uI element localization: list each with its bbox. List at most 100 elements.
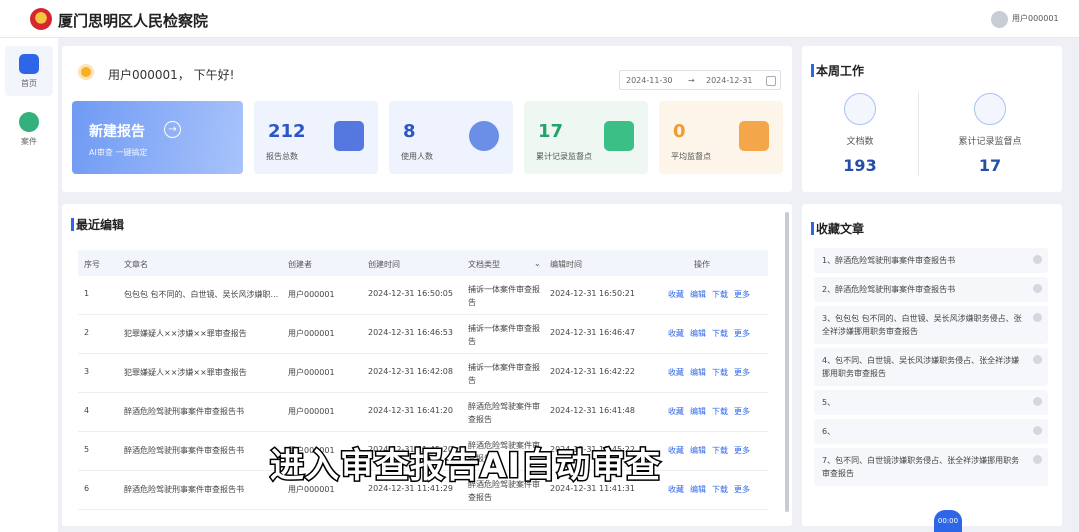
cell-no: 3 [84, 367, 90, 376]
cell-name: 醉酒危险驾驶刑事案件审查报告书 [124, 485, 244, 494]
more-icon[interactable] [1033, 397, 1042, 406]
favorite-item[interactable]: 3、包包包 包不同的、白世镜、吴长风涉嫌职务侵占、张全祥涉嫌挪用职务审查报告 [814, 306, 1048, 344]
cell-edited: 2024-12-31 16:46:47 [550, 328, 635, 337]
cell-name: 醉酒危险驾驶刑事案件审查报告书 [124, 446, 244, 455]
more-icon[interactable] [1033, 455, 1042, 464]
table-row[interactable]: 3 犯罪嫌疑人××涉嫌××罪审查报告 用户000001 2024-12-31 16:4… [78, 354, 768, 393]
table-row[interactable]: 1 包包包 包不同的、白世镜、吴长风涉嫌职... 用户000001 2024-12-3… [78, 276, 768, 315]
row-action-link[interactable]: 下载 [712, 328, 728, 339]
favorite-item[interactable]: 6、 [814, 419, 1048, 444]
row-action-link[interactable]: 下载 [712, 445, 728, 456]
column-header: 文章名 [124, 260, 148, 269]
sidebar: 首页 案件 [0, 38, 58, 532]
chevron-down-icon[interactable]: ⌄ [534, 259, 541, 268]
new-report-button[interactable]: 新建报告 → AI审查 一键搞定 [72, 101, 243, 174]
row-action-link[interactable]: 更多 [734, 328, 750, 339]
sidebar-item-home[interactable]: 首页 [5, 46, 53, 96]
favorite-item[interactable]: 2、醉酒危险驾驶刑事案件审查报告书 [814, 277, 1048, 302]
scrollbar[interactable] [785, 212, 789, 512]
cell-no: 1 [84, 289, 90, 298]
row-action-link[interactable]: 收藏 [668, 328, 684, 339]
cell-name: 犯罪嫌疑人××涉嫌××罪审查报告 [124, 329, 247, 338]
week-title: 本周工作 [810, 64, 865, 78]
more-icon[interactable] [1033, 313, 1042, 322]
table-row[interactable]: 4 醉酒危险驾驶刑事案件审查报告书 用户000001 2024-12-31 16:41… [78, 393, 768, 432]
row-action-link[interactable]: 收藏 [668, 289, 684, 300]
row-action-link[interactable]: 编辑 [690, 445, 706, 456]
row-action-link[interactable]: 更多 [734, 406, 750, 417]
row-action-link[interactable]: 更多 [734, 367, 750, 378]
stat-value: 0 [673, 121, 686, 142]
row-action-link[interactable]: 更多 [734, 484, 750, 495]
sidebar-item-cases[interactable]: 案件 [5, 104, 53, 154]
more-icon[interactable] [1033, 426, 1042, 435]
row-action-link[interactable]: 更多 [734, 289, 750, 300]
column-header: 创建时间 [368, 260, 400, 269]
cell-type: 捕诉一体案件审查报告 [468, 363, 540, 385]
site-title: 厦门思明区人民检察院 [58, 12, 209, 30]
emblem-icon [30, 8, 52, 30]
table-header: 序号 文章名 创建者 创建时间 文档类型 ⌄ 编辑时间 操作 [78, 250, 768, 276]
dashboard-panel: 用户000001， 下午好! 2024-11-30 → 2024-12-31 新… [62, 46, 792, 192]
video-subtitle: 进入审查报告AI自动审查 [269, 445, 662, 488]
row-action-link[interactable]: 下载 [712, 367, 728, 378]
favorite-label: 2、醉酒危险驾驶刑事案件审查报告书 [822, 285, 956, 294]
stat-card-points[interactable]: 17 累计记录监督点 [524, 101, 648, 174]
row-action-link[interactable]: 编辑 [690, 367, 706, 378]
stat-card-reports[interactable]: 212 报告总数 [254, 101, 378, 174]
row-action-link[interactable]: 收藏 [668, 406, 684, 417]
cell-name: 犯罪嫌疑人××涉嫌××罪审查报告 [124, 368, 247, 377]
row-action-link[interactable]: 编辑 [690, 328, 706, 339]
date-range-picker[interactable]: 2024-11-30 → 2024-12-31 [619, 70, 781, 90]
stat-card-users[interactable]: 8 使用人数 [389, 101, 513, 174]
row-action-link[interactable]: 编辑 [690, 289, 706, 300]
cell-edited: 2024-12-31 16:41:48 [550, 406, 635, 415]
favorite-item[interactable]: 7、包不同、白世镜涉嫌职务侵占、张全祥涉嫌挪用职务审查报告 [814, 448, 1048, 486]
chart-board-icon [604, 121, 634, 151]
favorite-item[interactable]: 1、醉酒危险驾驶刑事案件审查报告书 [814, 248, 1048, 273]
row-action-link[interactable]: 收藏 [668, 484, 684, 495]
favorite-item[interactable]: 4、包不同、白世镜、吴长风涉嫌职务侵占、张全祥涉嫌挪用职务审查报告 [814, 348, 1048, 386]
favorite-label: 6、 [822, 427, 836, 436]
row-action-link[interactable]: 下载 [712, 289, 728, 300]
row-action-link[interactable]: 下载 [712, 406, 728, 417]
table-row[interactable]: 2 犯罪嫌疑人××涉嫌××罪审查报告 用户000001 2024-12-31 16:4… [78, 315, 768, 354]
cell-creator: 用户000001 [288, 407, 335, 416]
column-header: 操作 [694, 260, 710, 269]
favorites-title: 收藏文章 [810, 222, 865, 236]
sidebar-item-label: 案件 [21, 137, 37, 146]
avatar[interactable] [991, 11, 1008, 28]
new-report-title: 新建报告 [89, 124, 145, 140]
cell-no: 2 [84, 328, 90, 337]
more-icon[interactable] [1033, 355, 1042, 364]
favorite-item[interactable]: 5、 [814, 390, 1048, 415]
week-value: 17 [978, 156, 1002, 175]
column-header[interactable]: 文档类型 [468, 259, 500, 270]
row-action-link[interactable]: 下载 [712, 484, 728, 495]
more-icon[interactable] [1033, 255, 1042, 264]
row-action-link[interactable]: 编辑 [690, 484, 706, 495]
cell-type: 捕诉一体案件审查报告 [468, 285, 540, 307]
row-action-link[interactable]: 收藏 [668, 445, 684, 456]
cell-creator: 用户000001 [288, 329, 335, 338]
week-label: 文档数 [846, 137, 874, 147]
cell-name: 包包包 包不同的、白世镜、吴长风涉嫌职... [124, 290, 279, 299]
stat-card-average[interactable]: 0 平均监督点 [659, 101, 783, 174]
cell-creator: 用户000001 [288, 368, 335, 377]
stat-label: 累计记录监督点 [536, 152, 592, 161]
arrow-right-icon: → [164, 121, 181, 138]
document-icon [844, 93, 876, 125]
calendar-icon [766, 76, 776, 86]
users-icon [469, 121, 499, 151]
user-name[interactable]: 用户000001 [1012, 13, 1059, 24]
greeting: 用户000001， 下午好! [108, 68, 235, 82]
case-icon [19, 112, 39, 132]
favorite-label: 7、包不同、白世镜涉嫌职务侵占、张全祥涉嫌挪用职务审查报告 [822, 456, 1020, 478]
more-icon[interactable] [1033, 284, 1042, 293]
column-header: 序号 [84, 260, 100, 269]
row-action-link[interactable]: 收藏 [668, 367, 684, 378]
recording-badge[interactable]: 00:00 [934, 510, 962, 532]
favorites-panel: 收藏文章 1、醉酒危险驾驶刑事案件审查报告书 2、醉酒危险驾驶刑事案件审查报告书 3… [802, 204, 1062, 526]
row-action-link[interactable]: 更多 [734, 445, 750, 456]
row-action-link[interactable]: 编辑 [690, 406, 706, 417]
